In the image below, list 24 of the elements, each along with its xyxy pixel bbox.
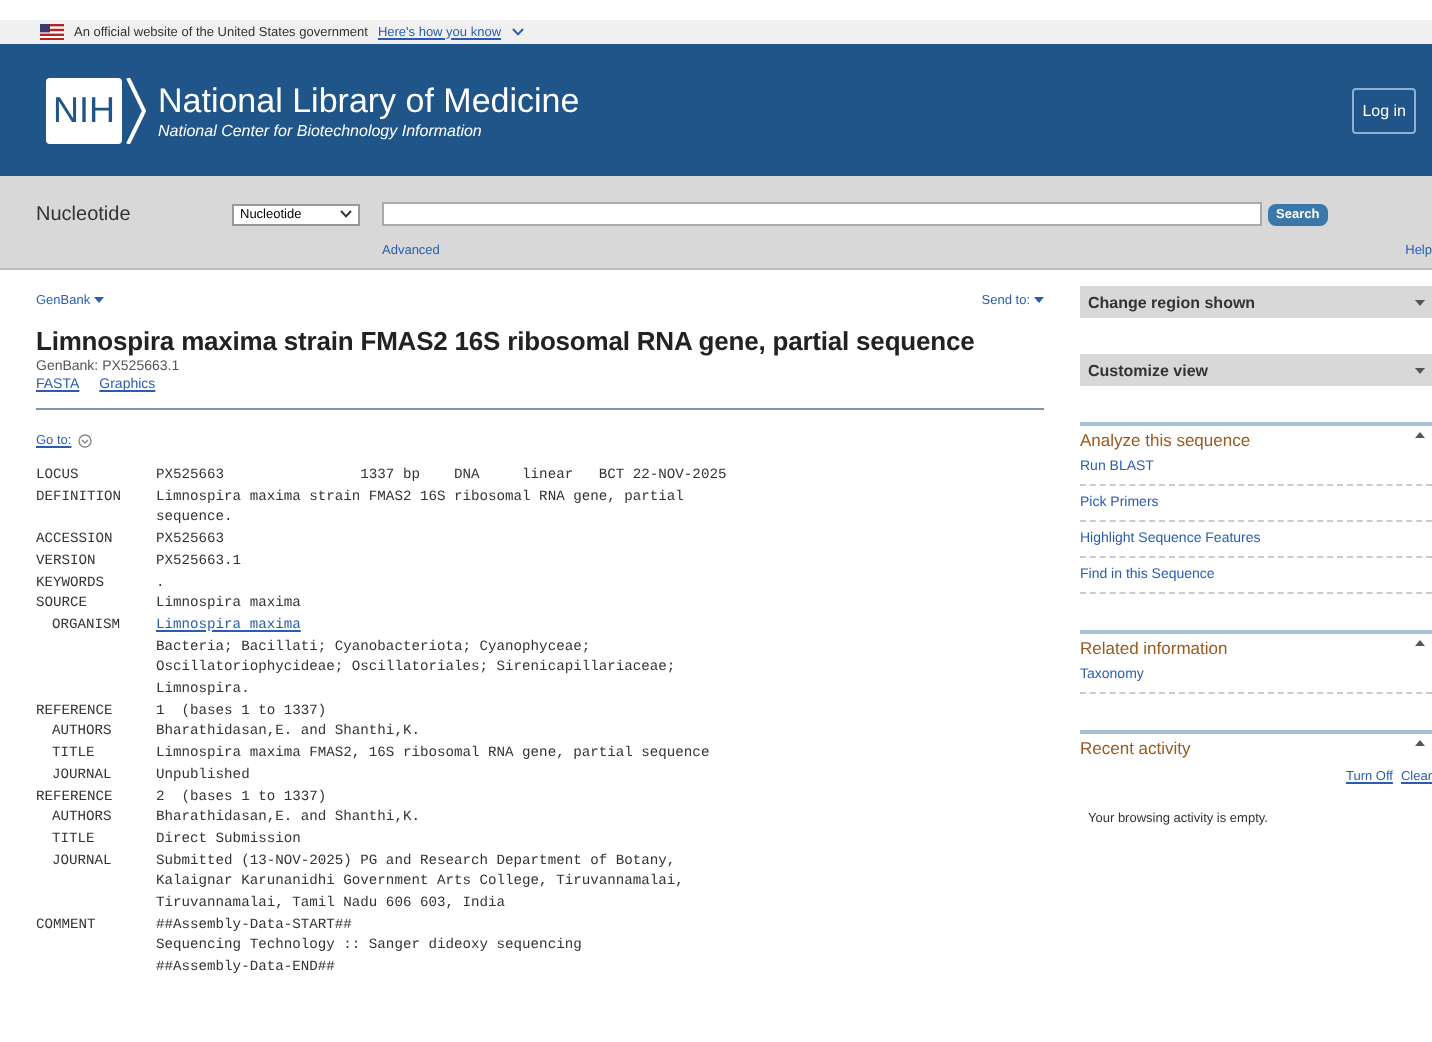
toggle-icon[interactable] bbox=[1414, 638, 1426, 648]
expand-icon[interactable] bbox=[1414, 365, 1426, 375]
dropdown-caret-icon[interactable] bbox=[340, 210, 352, 218]
caret-icon[interactable] bbox=[511, 28, 524, 36]
dropdown-caret-icon[interactable] bbox=[94, 296, 105, 304]
record-title: Limnospira maxima strain FMAS2 16S ribosomal RNA gene, partial sequence bbox=[36, 326, 977, 356]
nih-logo[interactable]: NIH bbox=[46, 77, 122, 143]
collapsible-panel[interactable]: Customize view bbox=[1080, 354, 1432, 386]
search-field[interactable] bbox=[382, 202, 1262, 226]
collapsible-panel[interactable]: Change region shown bbox=[1080, 286, 1432, 318]
section-title[interactable]: Analyze this sequence bbox=[1080, 430, 1251, 450]
us-flag-icon bbox=[40, 24, 64, 40]
site-title[interactable]: National Library of Medicine bbox=[158, 81, 580, 121]
circle-caret-icon[interactable] bbox=[77, 434, 92, 448]
chevron-icon bbox=[126, 77, 146, 143]
section-title[interactable]: Related information bbox=[1080, 638, 1228, 658]
login-button[interactable]: Log in bbox=[1352, 87, 1416, 133]
site-subtitle: National Center for Biotechnology Information bbox=[158, 121, 484, 139]
expand-icon[interactable] bbox=[1414, 297, 1426, 307]
toggle-icon[interactable] bbox=[1414, 430, 1426, 440]
dropdown-caret-icon[interactable] bbox=[1034, 296, 1044, 304]
section-title[interactable]: Recent activity bbox=[1080, 738, 1191, 758]
database-label: Nucleotide bbox=[36, 203, 133, 225]
toggle-icon[interactable] bbox=[1414, 738, 1426, 748]
